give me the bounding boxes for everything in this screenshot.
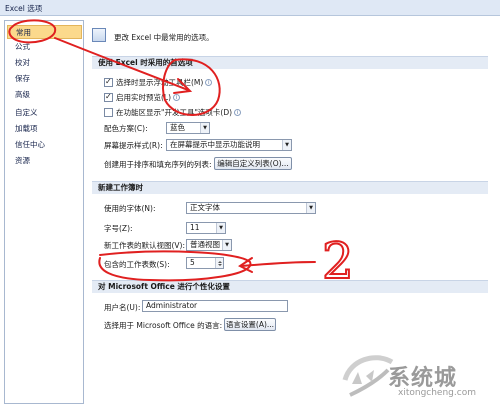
sheet-count-stepper[interactable]: 5 bbox=[186, 257, 224, 269]
devtab-label: 在功能区显示"开发工具"选项卡(D) i bbox=[116, 108, 242, 118]
chevron-down-icon: ▼ bbox=[200, 123, 209, 133]
info-icon: i bbox=[234, 109, 242, 116]
sidebar-item-general[interactable]: 常用 bbox=[7, 25, 82, 39]
minitoolbar-label: 选择时显示浮动工具栏(M) i bbox=[116, 78, 213, 88]
chevron-down-icon: ▼ bbox=[216, 223, 225, 233]
settings-icon bbox=[92, 28, 106, 42]
chevron-down-icon: ▼ bbox=[222, 240, 231, 250]
sidebar-item-customize[interactable]: 自定义 bbox=[7, 106, 82, 120]
sidebar-item-trust-center[interactable]: 信任中心 bbox=[7, 138, 82, 152]
section-header-preferences: 使用 Excel 时采用的首选项 bbox=[92, 56, 488, 69]
font-label: 使用的字体(N): bbox=[104, 204, 156, 213]
color-scheme-select[interactable]: 蓝色 ▼ bbox=[166, 122, 210, 134]
chevron-down-icon: ▼ bbox=[306, 203, 315, 213]
font-select[interactable]: 正文字体 ▼ bbox=[186, 202, 316, 214]
username-label: 用户名(U): bbox=[104, 303, 141, 312]
livepreview-checkbox[interactable] bbox=[104, 92, 113, 102]
sidebar-item-formulas[interactable]: 公式 bbox=[7, 40, 82, 54]
info-icon: i bbox=[205, 79, 213, 86]
sheet-count-label: 包含的工作表数(S): bbox=[104, 260, 170, 269]
options-main-panel: 更改 Excel 中最常用的选项。 使用 Excel 时采用的首选项 选择时显示… bbox=[88, 20, 492, 404]
chevron-down-icon: ▼ bbox=[282, 140, 291, 150]
spinner-arrows-icon[interactable] bbox=[215, 258, 223, 268]
font-size-label: 字号(Z): bbox=[104, 224, 133, 233]
title-bar: Excel 选项 bbox=[0, 0, 500, 16]
font-size-select[interactable]: 11 ▼ bbox=[186, 222, 226, 234]
excel-options-dialog: Excel 选项 常用 公式 校对 保存 高级 自定义 加载项 信任中心 资源 … bbox=[0, 0, 500, 408]
language-label: 选择用于 Microsoft Office 的语言: bbox=[104, 321, 223, 330]
edit-custom-lists-button[interactable]: 编辑自定义列表(O)... bbox=[214, 157, 292, 170]
options-sidebar: 常用 公式 校对 保存 高级 自定义 加载项 信任中心 资源 bbox=[4, 20, 84, 404]
sidebar-item-resources[interactable]: 资源 bbox=[7, 154, 82, 168]
sidebar-item-addins[interactable]: 加载项 bbox=[7, 122, 82, 136]
default-view-label: 新工作表的默认视图(V): bbox=[104, 241, 186, 250]
sidebar-item-save[interactable]: 保存 bbox=[7, 72, 82, 86]
sidebar-item-proofing[interactable]: 校对 bbox=[7, 56, 82, 70]
default-view-select[interactable]: 普通视图 ▼ bbox=[186, 239, 232, 251]
section-header-personalize: 对 Microsoft Office 进行个性化设置 bbox=[92, 280, 488, 293]
username-input[interactable]: Administrator bbox=[142, 300, 288, 312]
livepreview-label: 启用实时预览(L) i bbox=[116, 93, 181, 103]
minitoolbar-checkbox[interactable] bbox=[104, 77, 113, 87]
devtab-checkbox[interactable] bbox=[104, 108, 113, 117]
language-settings-button[interactable]: 语言设置(A)... bbox=[224, 318, 276, 331]
window-title: Excel 选项 bbox=[5, 4, 43, 13]
section-header-new-workbook: 新建工作簿时 bbox=[92, 181, 488, 194]
page-banner: 更改 Excel 中最常用的选项。 bbox=[114, 33, 214, 42]
sort-list-label: 创建用于排序和填充序列的列表: bbox=[104, 160, 212, 169]
color-scheme-label: 配色方案(C): bbox=[104, 124, 148, 133]
tooltip-style-select[interactable]: 在屏幕提示中显示功能说明 ▼ bbox=[166, 139, 292, 151]
info-icon: i bbox=[173, 94, 181, 101]
sidebar-item-advanced[interactable]: 高级 bbox=[7, 88, 82, 102]
tooltip-style-label: 屏幕提示样式(R): bbox=[104, 141, 163, 150]
watermark-url: xitongcheng.com bbox=[398, 388, 476, 398]
